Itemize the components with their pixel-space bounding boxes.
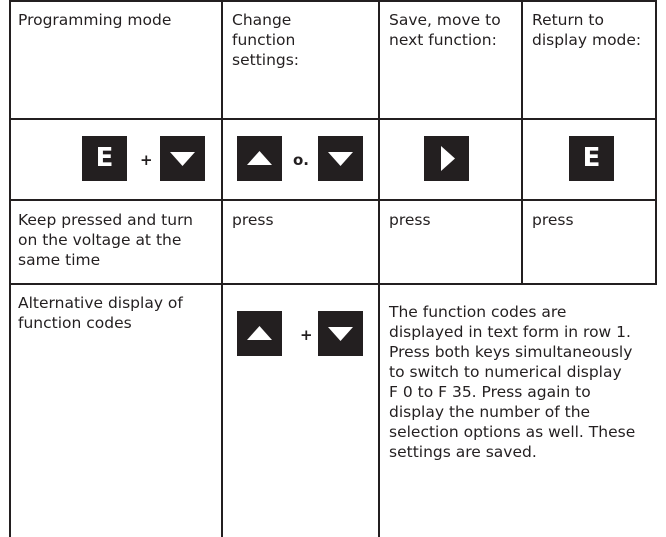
up-arrow-key-icon	[237, 136, 282, 181]
or-separator: o.	[293, 151, 310, 169]
down-arrow-glyph	[328, 152, 353, 166]
up-arrow-glyph	[247, 326, 272, 340]
column-divider-2	[378, 0, 380, 537]
e-key-icon: E	[569, 136, 614, 181]
down-arrow-glyph	[170, 152, 195, 166]
row3-programming-instruction: Keep pressed and turn on the voltage at …	[18, 211, 194, 269]
row4-description: The function codes are displayed in text…	[389, 303, 636, 461]
header-return-display-mode: Return to display mode:	[532, 11, 642, 49]
row3-save-press: press	[389, 211, 431, 229]
down-arrow-key-icon	[160, 136, 205, 181]
plus-sign: +	[300, 326, 313, 344]
row4-alternative-display-label: Alternative display of function codes	[18, 294, 183, 332]
down-arrow-key-icon	[318, 311, 363, 356]
plus-sign: +	[140, 151, 153, 169]
table-border-top	[9, 0, 657, 2]
header-change-function-settings: Change function settings:	[232, 11, 300, 69]
down-arrow-key-icon	[318, 136, 363, 181]
row3-return-press: press	[532, 211, 574, 229]
header-save-move-next: Save, move to next function:	[389, 11, 501, 49]
header-programming-mode: Programming mode	[18, 11, 172, 29]
e-key-icon: E	[82, 136, 127, 181]
function-table: Programming mode Change function setting…	[0, 0, 666, 537]
right-arrow-glyph	[441, 146, 455, 171]
row-divider-2	[9, 199, 657, 201]
up-arrow-glyph	[247, 151, 272, 165]
column-divider-1	[221, 0, 223, 537]
right-arrow-key-icon	[424, 136, 469, 181]
table-border-right	[655, 0, 657, 283]
column-divider-3	[521, 0, 523, 283]
row-divider-1	[9, 118, 657, 120]
row3-change-press: press	[232, 211, 274, 229]
up-arrow-key-icon	[237, 311, 282, 356]
row-divider-3	[9, 283, 657, 285]
table-border-left	[9, 0, 11, 537]
down-arrow-glyph	[328, 327, 353, 341]
